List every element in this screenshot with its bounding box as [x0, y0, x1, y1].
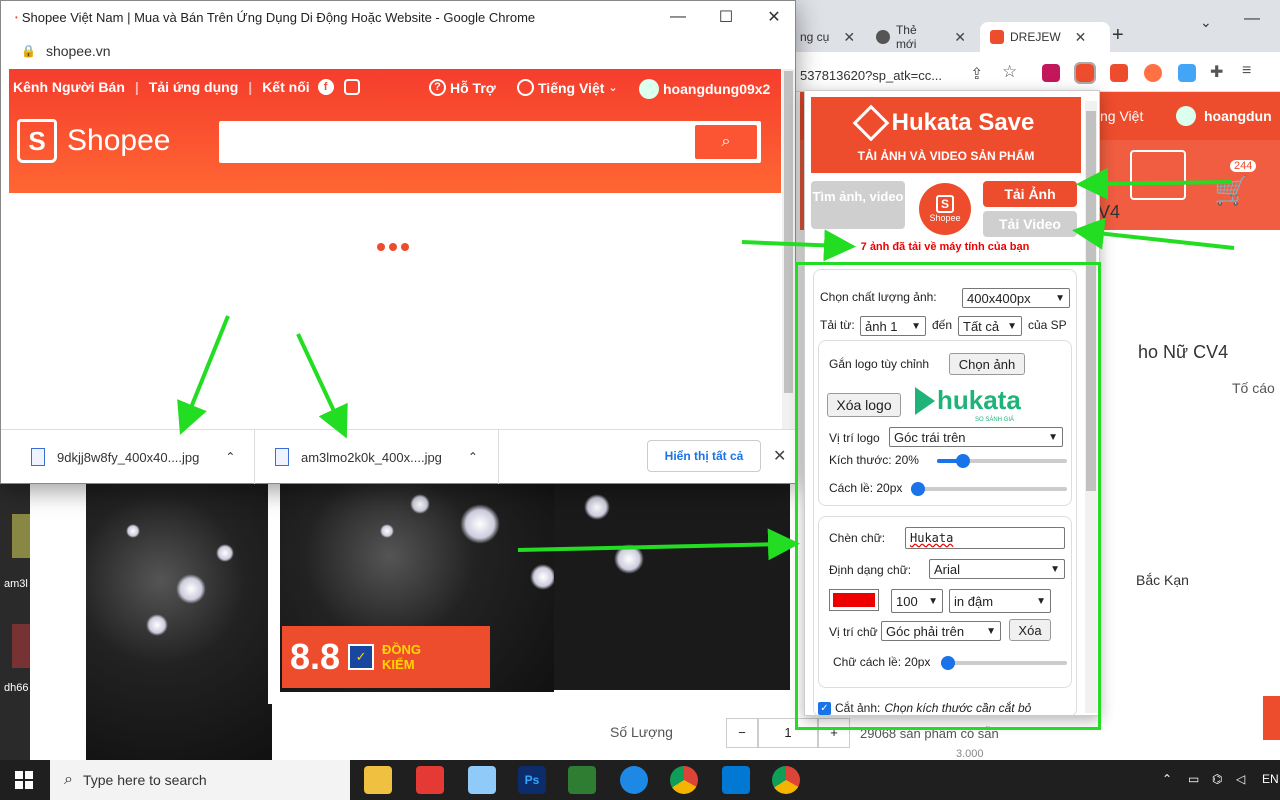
network-icon[interactable]: ▭ [1188, 772, 1199, 786]
start-button[interactable] [0, 760, 48, 800]
windows-taskbar: ⌕ Type here to search Ps ⌃ ▭ ⌬ ◁ EN [0, 760, 1280, 800]
chrome-icon[interactable] [772, 766, 800, 794]
chrome-icon[interactable] [670, 766, 698, 794]
vscode-icon[interactable] [722, 766, 750, 794]
taskbar-search-input[interactable]: ⌕ Type here to search [50, 760, 350, 800]
annotation-arrow [177, 315, 230, 435]
annotation-arrow [1076, 167, 1233, 200]
windows-logo-icon [15, 771, 33, 789]
file-explorer-icon[interactable] [364, 766, 392, 794]
annotation-arrow [296, 333, 348, 439]
annotation-arrow [517, 528, 800, 561]
photoshop-icon[interactable]: Ps [518, 766, 546, 794]
app-icon[interactable] [468, 766, 496, 794]
annotation-arrow [741, 229, 856, 262]
chevron-up-icon[interactable]: ⌃ [1162, 772, 1172, 786]
volume-icon[interactable]: ◁ [1236, 772, 1245, 786]
annotation-arrow [1072, 217, 1235, 250]
search-placeholder: Type here to search [82, 772, 207, 788]
wifi-icon[interactable]: ⌬ [1212, 772, 1222, 786]
app-icon[interactable] [416, 766, 444, 794]
zalo-icon[interactable] [620, 766, 648, 794]
app-icon[interactable] [568, 766, 596, 794]
search-icon: ⌕ [64, 771, 73, 788]
input-language-indicator[interactable]: EN [1262, 772, 1279, 786]
annotation-arrows [177, 167, 1235, 561]
